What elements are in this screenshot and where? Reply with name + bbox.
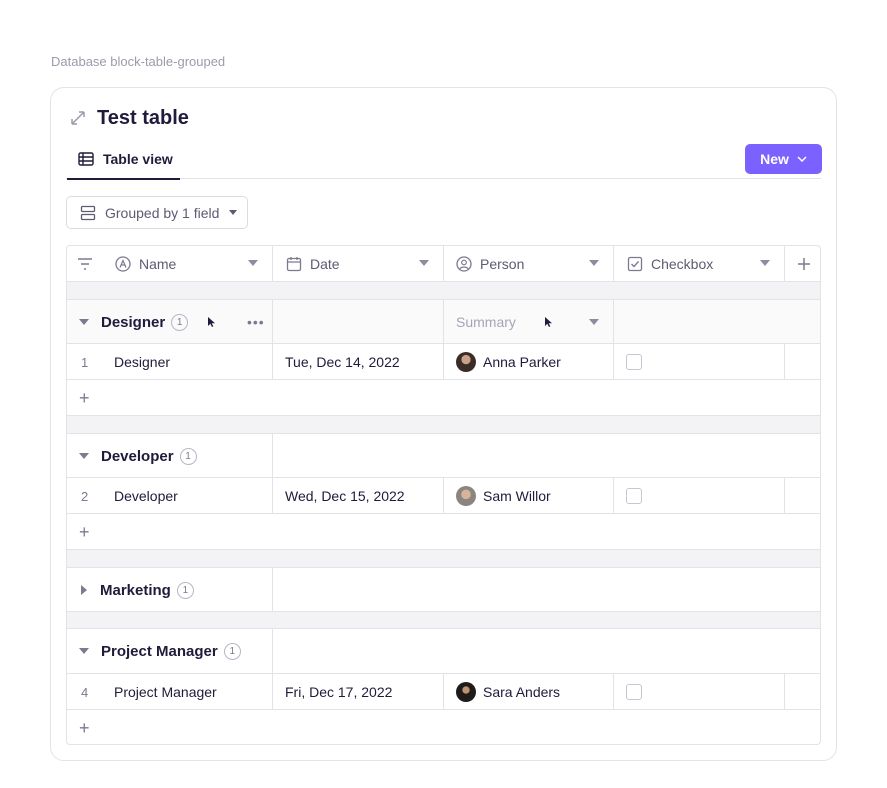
chevron-down-icon [797,156,807,162]
group-spacer [67,612,820,629]
group-title: Developer 1 [93,434,197,478]
caret-down-icon[interactable] [760,260,770,266]
cursor-icon [207,300,216,344]
table-title[interactable]: Test table [97,107,189,130]
person-circle-icon [456,256,472,272]
group-icon [80,205,96,221]
cell-date[interactable]: Fri, Dec 17, 2022 [285,684,392,700]
filter-icon[interactable] [67,246,102,282]
column-name-label: Name [139,256,177,272]
collapse-toggle[interactable] [79,629,89,673]
table-row[interactable]: 4 Project Manager Fri, Dec 17, 2022 Sara… [67,674,820,710]
column-header-person[interactable]: Person [456,246,606,282]
group-spacer [67,550,820,568]
group-count-badge: 1 [223,642,241,660]
person-name: Anna Parker [483,354,561,370]
group-spacer [67,416,820,434]
person-name: Sara Anders [483,684,561,700]
table-row[interactable]: 2 Developer Wed, Dec 15, 2022 Sam Willor [67,478,820,514]
group-header-project-manager: Project Manager 1 [67,629,820,673]
table-header: Name Date Person Checkbox [67,246,820,282]
grouped-table: Name Date Person Checkbox Designer 1 •••… [66,245,821,745]
avatar [456,682,476,702]
group-by-button[interactable]: Grouped by 1 field [66,196,248,229]
group-title-text: Project Manager [101,642,218,660]
group-spacer [67,282,820,300]
expand-icon[interactable] [69,109,87,127]
caret-down-icon[interactable] [589,319,599,325]
caret-down-icon [79,319,89,325]
caret-down-icon [79,453,89,459]
group-count-badge: 1 [179,447,197,465]
column-header-checkbox[interactable]: Checkbox [627,246,777,282]
caret-down-icon [79,648,89,654]
add-column-button[interactable] [785,246,820,282]
new-button[interactable]: New [745,144,822,174]
summary-dropdown[interactable]: Summary [456,300,516,344]
database-block: Test table Table view New Grouped by 1 f… [50,87,837,761]
plus-icon: + [79,522,90,542]
calendar-icon [286,257,302,272]
group-count-badge: 1 [176,581,194,599]
summary-label: Summary [456,314,516,330]
collapse-toggle[interactable] [79,434,89,478]
group-title-text: Developer [101,447,174,465]
cell-name[interactable]: Designer [114,354,170,370]
caret-right-icon [81,585,87,595]
column-checkbox-label: Checkbox [651,256,714,272]
person-name: Sam Willor [483,488,551,504]
cell-person[interactable]: Anna Parker [456,344,561,380]
cell-checkbox[interactable] [626,684,642,700]
cell-date[interactable]: Tue, Dec 14, 2022 [285,354,400,370]
row-number: 2 [81,488,89,504]
cursor-icon [544,300,553,344]
cell-person[interactable]: Sam Willor [456,478,551,514]
table-icon [78,152,94,166]
group-count-badge: 1 [171,313,189,331]
cell-name[interactable]: Developer [114,488,178,504]
group-header-developer: Developer 1 [67,434,820,478]
plus-icon: + [79,388,90,408]
cell-name[interactable]: Project Manager [114,684,217,700]
tab-table-view[interactable]: Table view [67,140,180,180]
group-header-marketing: Marketing 1 [67,568,820,612]
cell-checkbox[interactable] [626,354,642,370]
group-title-text: Designer [101,313,166,331]
column-header-date[interactable]: Date [286,246,436,282]
add-row-button[interactable]: + [67,514,820,550]
group-title: Project Manager 1 [93,629,241,673]
row-number: 1 [81,354,89,370]
cell-person[interactable]: Sara Anders [456,674,560,710]
caret-down-icon [229,210,238,215]
cell-date[interactable]: Wed, Dec 15, 2022 [285,488,405,504]
text-circle-icon [115,256,131,272]
avatar [456,486,476,506]
caret-down-icon[interactable] [589,260,599,266]
table-row[interactable]: 1 Designer Tue, Dec 14, 2022 Anna Parker [67,344,820,380]
column-date-label: Date [310,256,340,272]
group-title: Designer 1 [93,300,189,344]
group-title-text: Marketing [100,581,171,599]
expand-toggle[interactable] [81,568,87,612]
plus-icon: + [79,718,90,738]
cell-checkbox[interactable] [626,488,642,504]
group-by-label: Grouped by 1 field [105,204,220,221]
page-caption: Database block-table-grouped [51,54,226,69]
caret-down-icon[interactable] [248,260,258,266]
tab-label: Table view [103,151,173,167]
add-row-button[interactable]: + [67,380,820,416]
column-person-label: Person [480,256,525,272]
group-header-designer: Designer 1 ••• Summary [67,300,820,344]
avatar [456,352,476,372]
caret-down-icon[interactable] [419,260,429,266]
add-row-button[interactable]: + [67,710,820,744]
collapse-toggle[interactable] [79,300,89,344]
group-title: Marketing 1 [92,568,194,612]
new-button-label: New [760,151,789,167]
row-number: 4 [81,684,89,700]
title-row: Test table [69,106,189,130]
plus-icon [797,258,810,270]
more-icon[interactable]: ••• [247,300,265,344]
checkbox-icon [627,256,643,272]
